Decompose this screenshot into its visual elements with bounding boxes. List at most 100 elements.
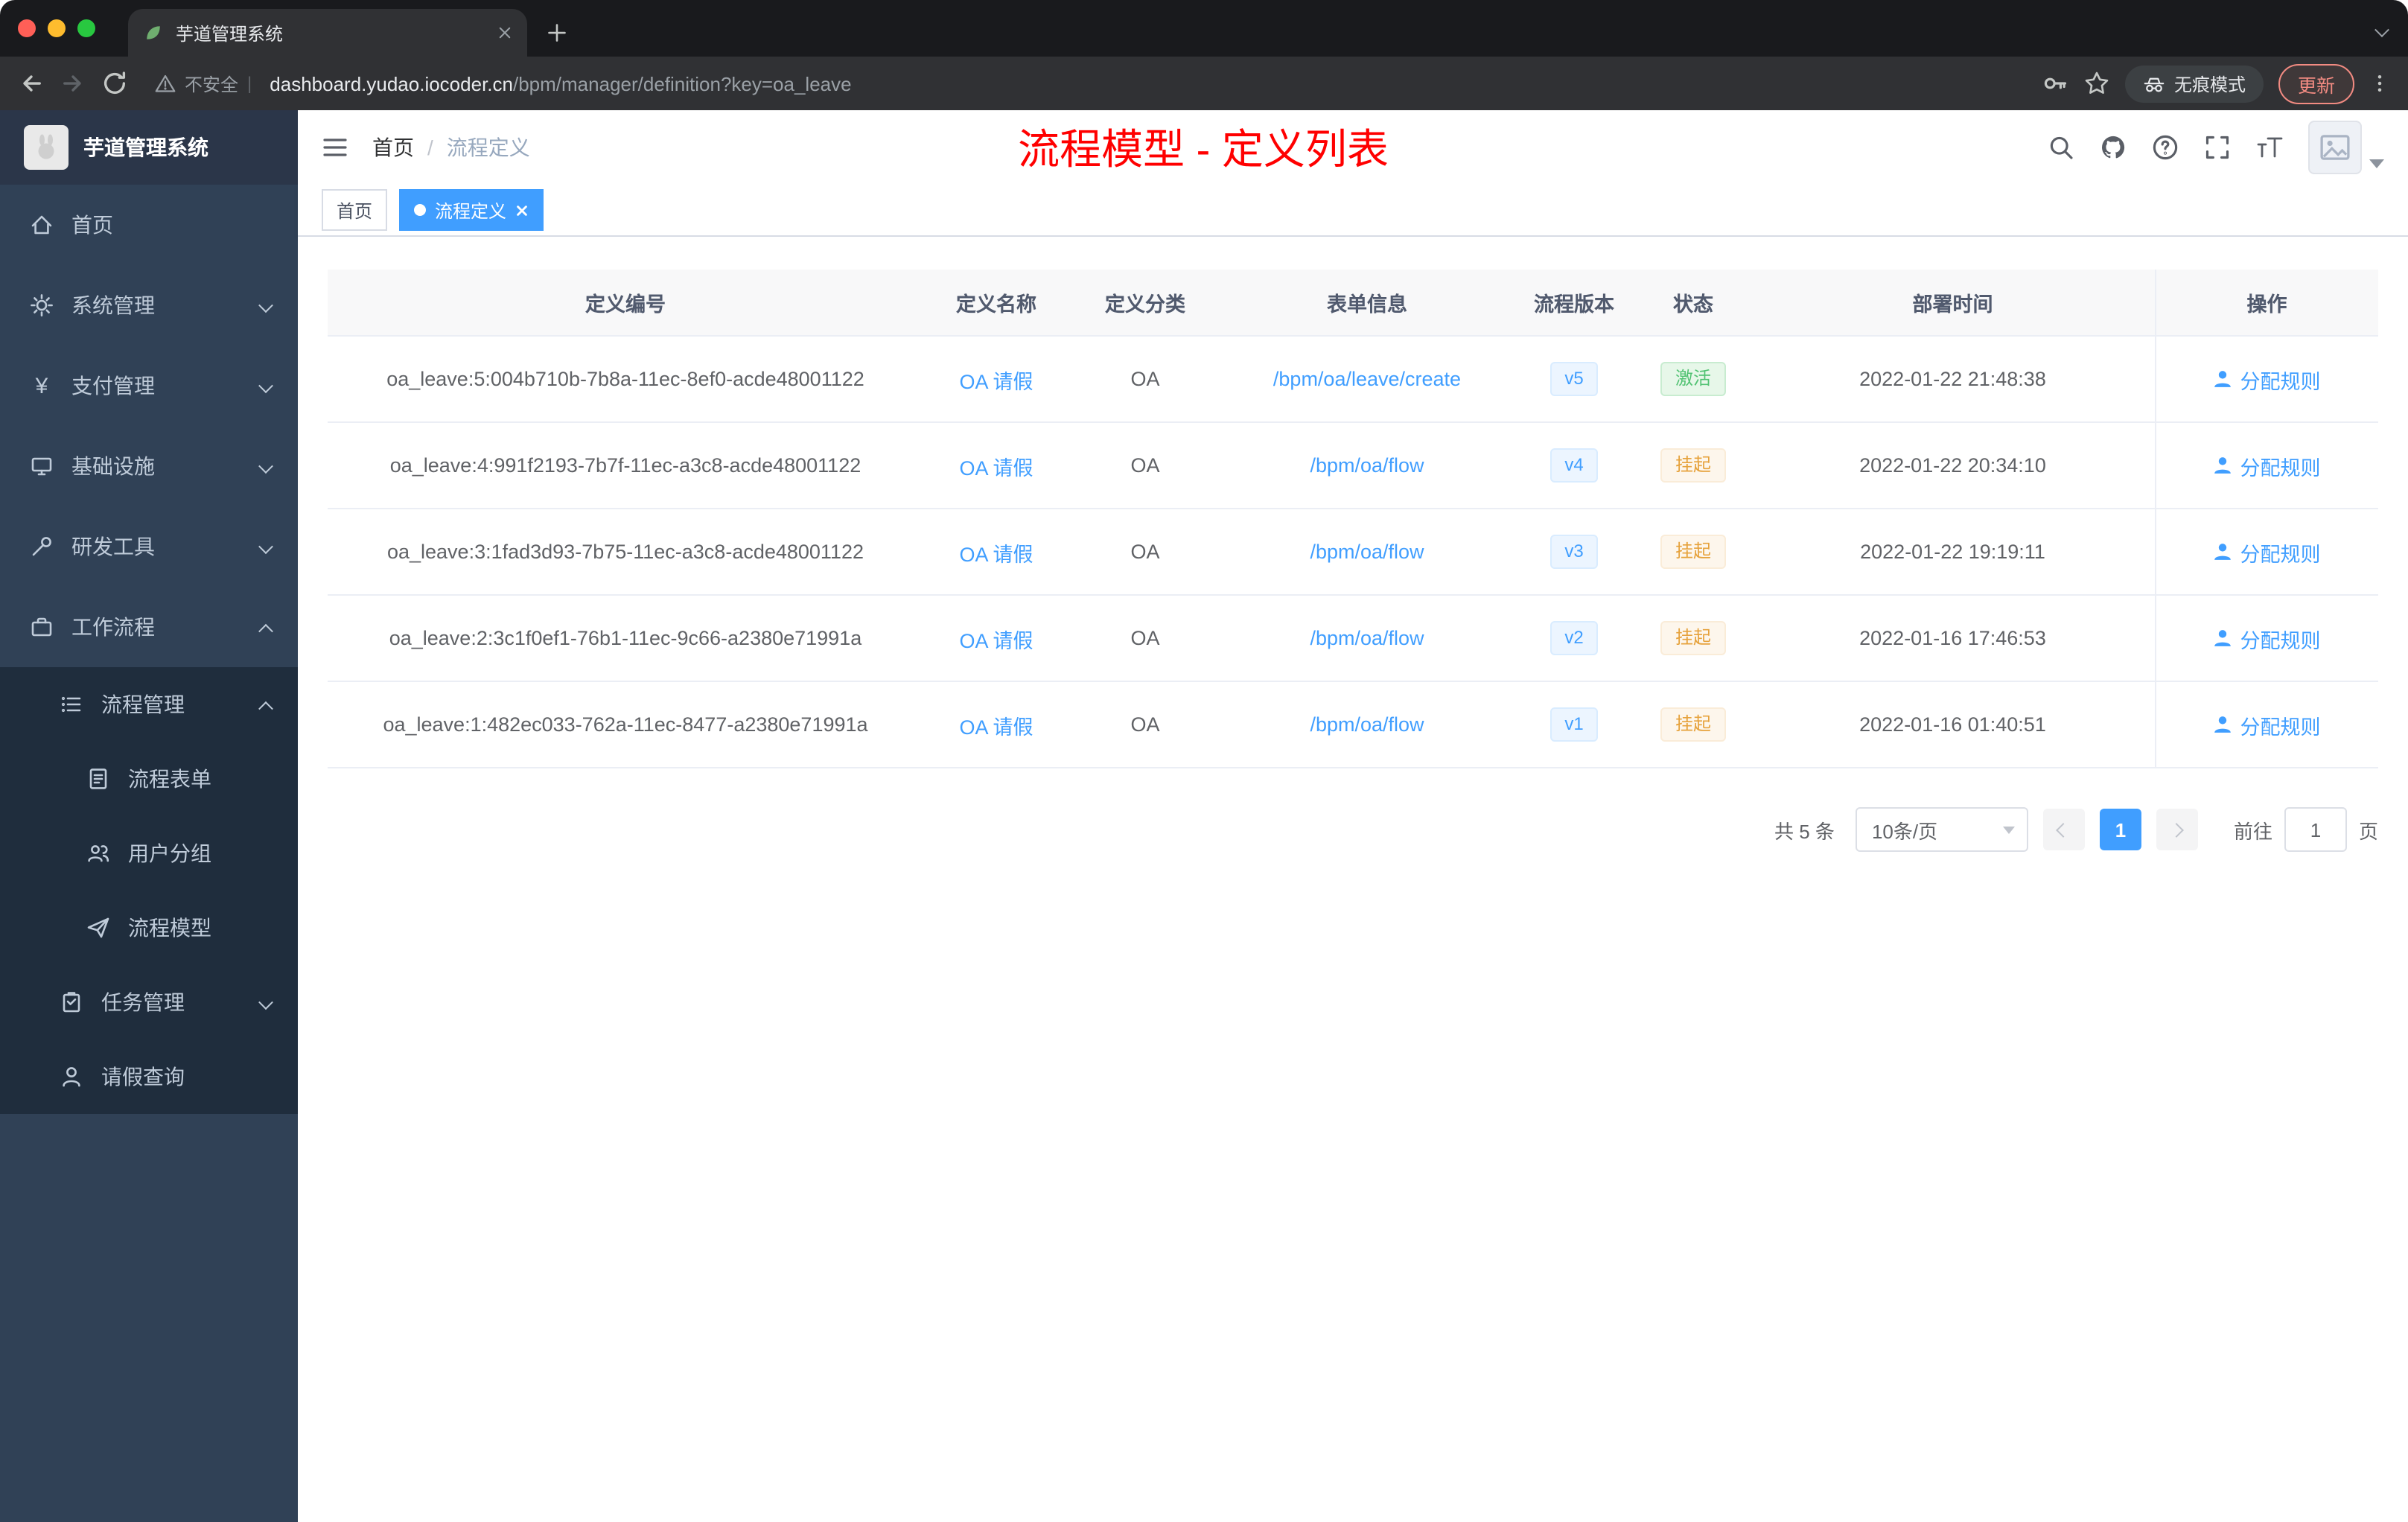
sidebar-item-devtools[interactable]: 研发工具 xyxy=(0,506,298,587)
table-header-row: 定义编号 定义名称 定义分类 表单信息 流程版本 状态 部署时间 操作 xyxy=(328,270,2378,337)
github-icon[interactable] xyxy=(2100,134,2127,161)
cell-category: OA xyxy=(1069,595,1221,682)
sidebar-item-task-management[interactable]: 任务管理 xyxy=(0,965,298,1039)
form-link[interactable]: /bpm/oa/flow xyxy=(1310,541,1424,563)
security-indicator[interactable]: 不安全 | xyxy=(155,71,252,96)
chevron-down-icon xyxy=(258,454,273,478)
back-icon[interactable] xyxy=(18,70,45,97)
user-menu[interactable] xyxy=(2308,121,2384,174)
address-bar[interactable]: dashboard.yudao.iocoder.cn/bpm/manager/d… xyxy=(270,72,851,95)
tag-home[interactable]: 首页 xyxy=(322,189,388,231)
column-header-category: 定义分类 xyxy=(1069,270,1221,337)
chevron-down-icon xyxy=(258,535,273,558)
goto-page-input[interactable] xyxy=(2284,807,2347,852)
definition-name-link[interactable]: OA 请假 xyxy=(959,629,1033,652)
total-count: 共 5 条 xyxy=(1774,820,1835,842)
version-badge: v3 xyxy=(1549,535,1599,569)
definition-name-link[interactable]: OA 请假 xyxy=(959,543,1033,565)
font-size-icon[interactable] xyxy=(2256,134,2283,161)
assign-rule-link[interactable]: 分配规则 xyxy=(2214,364,2321,394)
browser-tab[interactable]: 芋道管理系统 xyxy=(128,9,527,57)
cell-definition-id: oa_leave:4:991f2193-7b7f-11ec-a3c8-acde4… xyxy=(328,422,923,509)
reload-icon[interactable] xyxy=(101,70,128,97)
page-number-button[interactable]: 1 xyxy=(2099,809,2141,850)
bookmark-star-icon[interactable] xyxy=(2083,70,2110,97)
users-icon xyxy=(88,845,109,862)
assign-rule-link[interactable]: 分配规则 xyxy=(2214,450,2321,480)
tag-process-definition[interactable]: 流程定义 xyxy=(399,189,544,231)
person-icon xyxy=(2214,544,2232,560)
prev-page-button[interactable] xyxy=(2042,809,2085,850)
app-root: 芋道管理系统 首页 系统管理 ¥ 支付管理 基础设施 研发工具 工作流程 流程管… xyxy=(0,110,2408,1522)
table-row: oa_leave:2:3c1f0ef1-76b1-11ec-9c66-a2380… xyxy=(328,595,2378,682)
zoom-window-button[interactable] xyxy=(77,19,95,37)
main-area: 首页 / 流程定义 流程模型 - 定义列表 首页 流程定义 定义编号 定义名称 … xyxy=(298,110,2408,1522)
chevron-up-icon xyxy=(258,692,273,716)
security-label: 不安全 xyxy=(185,74,239,95)
chrome-update-button[interactable]: 更新 xyxy=(2278,63,2354,104)
url-path: /bpm/manager/definition?key=oa_leave xyxy=(513,72,852,95)
browser-menu-icon[interactable] xyxy=(2369,73,2390,94)
next-page-button[interactable] xyxy=(2156,809,2198,850)
minimize-window-button[interactable] xyxy=(48,19,66,37)
form-link[interactable]: /bpm/oa/leave/create xyxy=(1273,368,1461,390)
status-badge: 挂起 xyxy=(1660,707,1726,742)
tab-close-icon[interactable] xyxy=(497,25,512,40)
sidebar-logo[interactable]: 芋道管理系统 xyxy=(0,110,298,185)
tab-search-icon[interactable] xyxy=(2374,18,2389,45)
tags-view: 首页 流程定义 xyxy=(298,185,2408,237)
sidebar-item-label: 请假查询 xyxy=(101,1065,185,1089)
assign-rule-link[interactable]: 分配规则 xyxy=(2214,623,2321,653)
password-key-icon[interactable] xyxy=(2042,70,2068,97)
cell-deploy-time: 2022-01-16 17:46:53 xyxy=(1751,595,2155,682)
sidebar-item-leave-query[interactable]: 请假查询 xyxy=(0,1039,298,1114)
sidebar-item-label: 流程管理 xyxy=(101,692,185,716)
table-row: oa_leave:5:004b710b-7b8a-11ec-8ef0-acde4… xyxy=(328,336,2378,423)
incognito-badge: 无痕模式 xyxy=(2124,65,2264,102)
sidebar-item-system[interactable]: 系统管理 xyxy=(0,265,298,346)
caret-down-icon xyxy=(2369,159,2384,168)
sidebar-item-label: 研发工具 xyxy=(71,535,155,558)
warning-icon xyxy=(155,74,176,92)
sidebar-item-process-management[interactable]: 流程管理 xyxy=(0,667,298,742)
sidebar-item-process-model[interactable]: 流程模型 xyxy=(0,891,298,965)
monitor-icon xyxy=(31,457,52,476)
sidebar-item-workflow[interactable]: 工作流程 xyxy=(0,587,298,667)
forward-icon[interactable] xyxy=(60,70,86,97)
new-tab-button[interactable] xyxy=(536,12,578,54)
sidebar-item-infrastructure[interactable]: 基础设施 xyxy=(0,426,298,506)
breadcrumb-home[interactable]: 首页 xyxy=(372,133,414,162)
page-size-select[interactable]: 10条/页 xyxy=(1855,807,2028,852)
column-header-status: 状态 xyxy=(1635,270,1751,337)
help-icon[interactable] xyxy=(2152,134,2179,161)
form-link[interactable]: /bpm/oa/flow xyxy=(1310,627,1424,649)
incognito-icon xyxy=(2144,77,2165,92)
definition-name-link[interactable]: OA 请假 xyxy=(959,370,1033,392)
sidebar-item-label: 首页 xyxy=(71,213,113,237)
sidebar-item-user-group[interactable]: 用户分组 xyxy=(0,816,298,891)
browser-tabstrip: 芋道管理系统 xyxy=(0,0,2408,57)
search-icon[interactable] xyxy=(2048,134,2074,161)
document-icon xyxy=(89,768,107,789)
sidebar-item-label: 流程表单 xyxy=(128,767,211,791)
column-header-action: 操作 xyxy=(2154,270,2378,337)
sidebar-collapse-icon[interactable] xyxy=(322,134,348,161)
browser-toolbar: 不安全 | dashboard.yudao.iocoder.cn/bpm/man… xyxy=(0,57,2408,110)
person-icon xyxy=(2214,630,2232,646)
assign-rule-link[interactable]: 分配规则 xyxy=(2214,537,2321,567)
sidebar-item-home[interactable]: 首页 xyxy=(0,185,298,265)
chevron-up-icon xyxy=(258,615,273,639)
assign-rule-link[interactable]: 分配规则 xyxy=(2214,710,2321,739)
sidebar-item-payment[interactable]: ¥ 支付管理 xyxy=(0,346,298,426)
definition-name-link[interactable]: OA 请假 xyxy=(959,716,1033,738)
column-header-id: 定义编号 xyxy=(328,270,923,337)
sidebar-item-process-form[interactable]: 流程表单 xyxy=(0,742,298,816)
tag-close-icon[interactable] xyxy=(515,203,529,217)
fullscreen-icon[interactable] xyxy=(2204,134,2231,161)
close-window-button[interactable] xyxy=(18,19,36,37)
form-link[interactable]: /bpm/oa/flow xyxy=(1310,713,1424,736)
form-link[interactable]: /bpm/oa/flow xyxy=(1310,454,1424,477)
breadcrumb: 首页 / 流程定义 xyxy=(372,133,530,162)
cell-definition-id: oa_leave:1:482ec033-762a-11ec-8477-a2380… xyxy=(328,681,923,768)
definition-name-link[interactable]: OA 请假 xyxy=(959,456,1033,479)
